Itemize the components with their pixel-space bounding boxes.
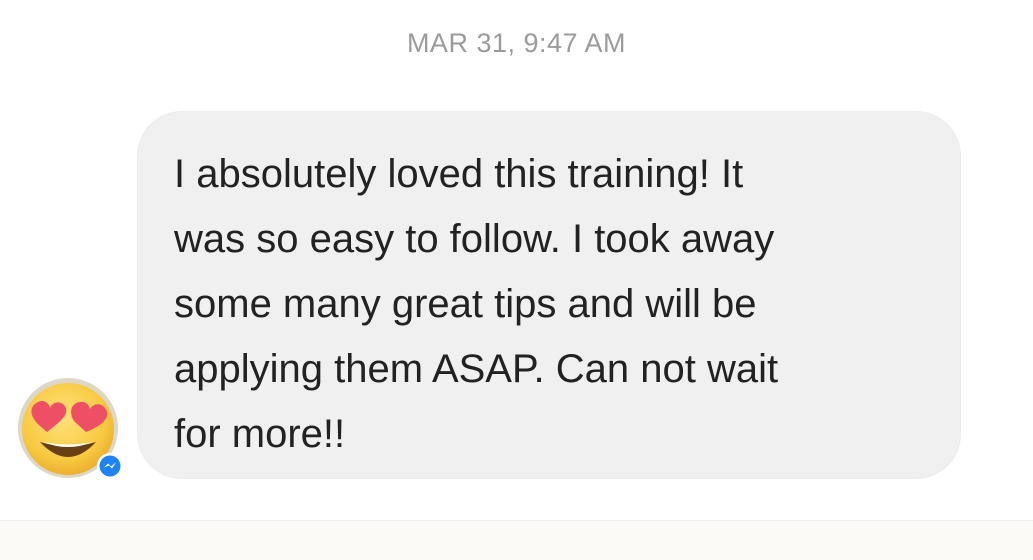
composer-area <box>0 520 1033 560</box>
message-line: was so easy to follow. I took away <box>174 217 775 261</box>
message-bubble[interactable]: I absolutely loved this training! It was… <box>138 112 960 478</box>
message-line: I absolutely loved this training! It <box>174 152 744 196</box>
message-line: some many great tips and will be <box>174 282 757 326</box>
message-text: I absolutely loved this training! It was… <box>174 142 778 467</box>
message-timestamp: MAR 31, 9:47 AM <box>406 28 627 58</box>
message-line: for more!! <box>174 412 346 456</box>
sender-avatar[interactable] <box>16 376 123 480</box>
messenger-badge-icon <box>97 453 123 479</box>
message-line: applying them ASAP. Can not wait <box>174 347 779 391</box>
